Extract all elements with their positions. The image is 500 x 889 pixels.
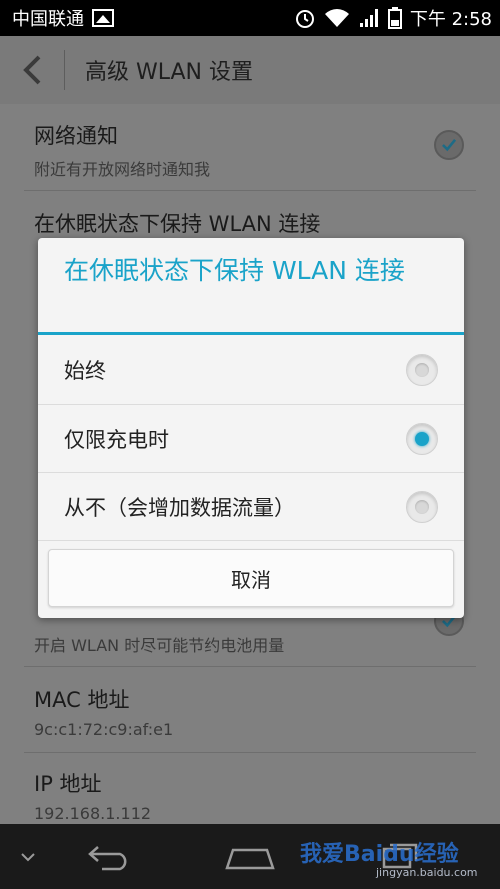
alarm-icon (295, 10, 314, 28)
setting-mac: MAC 地址 9c:c1:72:c9:af:e1 (0, 684, 500, 739)
setting-ip: IP 地址 192.168.1.112 (0, 768, 500, 823)
divider (38, 540, 464, 541)
network-notify-checkbox[interactable] (434, 130, 464, 160)
baidu-jingyan-watermark: 我爱Baidu经验 jingyan.baidu.com (300, 836, 478, 879)
divider (24, 190, 476, 191)
back-button[interactable] (0, 36, 64, 104)
setting-subtitle: 附近有开放网络时通知我 (34, 160, 211, 179)
option-label: 从不（会增加数据流量） (64, 496, 295, 520)
setting-title: 在休眠状态下保持 WLAN 连接 (34, 212, 321, 236)
dialog-title: 在休眠状态下保持 WLAN 连接 (64, 256, 405, 285)
option-never[interactable]: 从不（会增加数据流量） (38, 473, 464, 541)
signal-icon (359, 9, 378, 27)
chevron-left-icon (23, 55, 41, 85)
nav-home-button[interactable] (220, 824, 280, 889)
setting-network-notify[interactable]: 网络通知 附近有开放网络时通知我 (0, 120, 500, 180)
watermark-url: jingyan.baidu.com (376, 866, 478, 879)
chevron-down-icon (21, 852, 35, 861)
option-charging-only[interactable]: 仅限充电时 (38, 405, 464, 473)
action-bar: 高级 WLAN 设置 (0, 36, 500, 104)
setting-keep-wlan[interactable]: 在休眠状态下保持 WLAN 连接 (0, 208, 500, 238)
hide-nav-button[interactable] (8, 824, 48, 889)
clock: 下午 2:58 (409, 9, 492, 30)
option-always[interactable]: 始终 (38, 336, 464, 404)
radio-button-selected[interactable] (406, 423, 438, 455)
image-notification-icon (92, 9, 114, 27)
back-arrow-icon (88, 845, 127, 870)
divider (24, 752, 476, 753)
cancel-button[interactable]: 取消 (48, 549, 454, 607)
dialog-title-divider (38, 332, 464, 335)
setting-title: 网络通知 (34, 124, 118, 148)
keep-wlan-dialog: 在休眠状态下保持 WLAN 连接 始终 仅限充电时 从不（会增加数据流量） 取消 (38, 238, 464, 618)
setting-title: IP 地址 (34, 772, 102, 796)
mac-address-value: 9c:c1:72:c9:af:e1 (34, 720, 174, 739)
radio-button[interactable] (406, 491, 438, 523)
setting-title: MAC 地址 (34, 688, 130, 712)
carrier-name: 中国联通 (12, 9, 84, 30)
action-bar-divider (64, 50, 65, 90)
status-icons: 下午 2:58 (294, 5, 492, 31)
status-bar: 中国联通 下午 2:58 (0, 0, 500, 36)
nav-back-button[interactable] (80, 824, 140, 889)
option-label: 始终 (64, 359, 106, 383)
wifi-icon (324, 9, 349, 27)
watermark-text: 我爱Baidu经验 (300, 842, 459, 867)
battery-icon (387, 7, 402, 29)
setting-battery[interactable]: 开启 WLAN 时尽可能节约电池用量 (0, 626, 500, 656)
option-label: 仅限充电时 (64, 428, 169, 452)
setting-subtitle: 开启 WLAN 时尽可能节约电池用量 (34, 636, 285, 655)
home-icon (225, 848, 275, 869)
page-title: 高级 WLAN 设置 (85, 60, 254, 85)
ip-address-value: 192.168.1.112 (34, 804, 152, 823)
divider (24, 666, 476, 667)
radio-button[interactable] (406, 354, 438, 386)
